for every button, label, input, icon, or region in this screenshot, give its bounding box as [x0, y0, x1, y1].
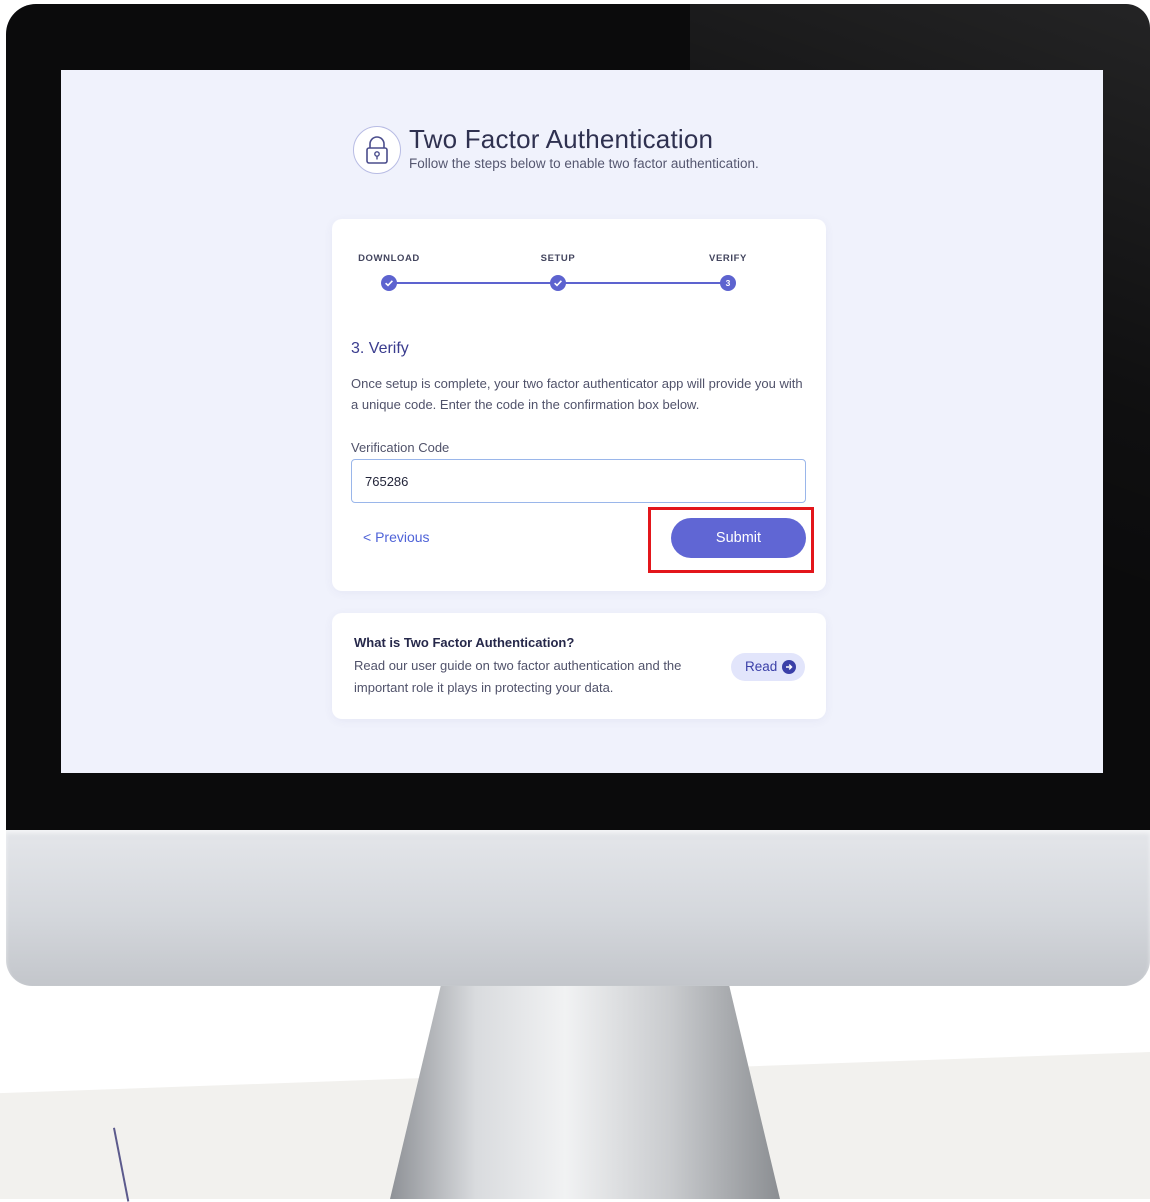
page-header: Two Factor Authentication Follow the ste…	[353, 124, 813, 186]
info-title: What is Two Factor Authentication?	[354, 635, 575, 650]
verification-code-label: Verification Code	[351, 440, 450, 455]
step-number-verify: 3	[720, 275, 736, 291]
screen: Two Factor Authentication Follow the ste…	[61, 70, 1103, 773]
verify-card: DOWNLOAD SETUP VERIFY 3 3. Verify Once s…	[332, 219, 826, 591]
read-button[interactable]: Read	[731, 653, 805, 681]
info-text: Read our user guide on two factor authen…	[354, 658, 682, 695]
page-subtitle: Follow the steps below to enable two fac…	[409, 156, 759, 171]
step-heading: 3. Verify	[351, 340, 409, 357]
step-label-download: DOWNLOAD	[358, 253, 420, 264]
step-description: Once setup is complete, your two factor …	[351, 376, 803, 412]
verification-code-input[interactable]	[351, 459, 806, 503]
submit-button[interactable]: Submit	[671, 518, 806, 558]
read-button-label: Read	[745, 659, 778, 674]
progress-stepper: DOWNLOAD SETUP VERIFY 3	[358, 253, 746, 297]
monitor-stand	[390, 986, 780, 1199]
arrow-right-icon	[782, 660, 796, 674]
page-title: Two Factor Authentication	[409, 124, 714, 154]
previous-link[interactable]: < Previous	[363, 529, 430, 545]
step-label-verify: VERIFY	[709, 253, 747, 264]
step-label-setup: SETUP	[540, 253, 576, 264]
check-icon	[550, 275, 566, 291]
info-card: What is Two Factor Authentication? Read …	[332, 613, 826, 719]
lock-icon	[353, 126, 401, 174]
monitor-chin	[6, 830, 1150, 986]
check-icon	[381, 275, 397, 291]
